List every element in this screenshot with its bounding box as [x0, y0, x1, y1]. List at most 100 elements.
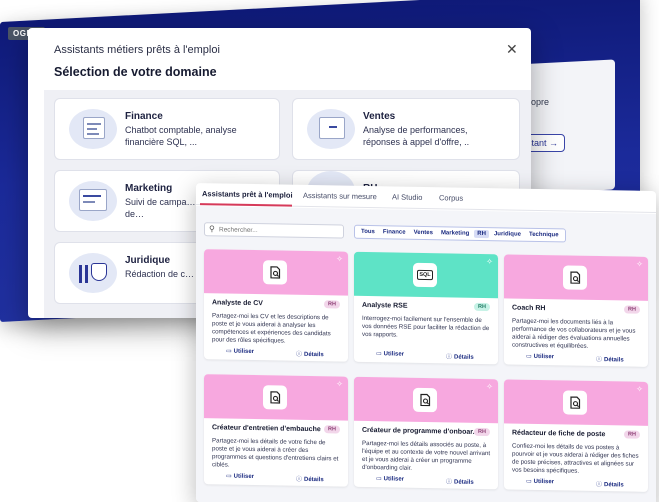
filter-juridique[interactable]: Juridique [491, 230, 524, 239]
card-description: Partagez-moi les détails de votre fiche … [212, 437, 339, 469]
modal-title: Assistants métiers prêts à l'emploi [54, 44, 220, 56]
card-banner: ✧ [354, 376, 498, 424]
use-button[interactable]: ▭ Utiliser [226, 473, 254, 480]
card-title: Créateur de programme d'onboar... [362, 426, 479, 436]
tab-ready-assistants[interactable]: Assistants prêt à l'emploi [202, 189, 293, 200]
filter-rh[interactable]: RH [474, 229, 489, 239]
doc-search-icon [263, 260, 287, 285]
info-icon: ⓘ [446, 479, 453, 486]
close-icon[interactable]: ✕ [506, 41, 518, 58]
info-icon: ⓘ [296, 476, 303, 483]
info-icon: ⓘ [596, 481, 603, 489]
category-filters: Tous Finance Ventes Marketing RH Juridiq… [354, 224, 566, 243]
card-title: Analyste RSE [362, 301, 408, 310]
details-label: Détails [304, 476, 324, 484]
assistant-card-rse-analyst[interactable]: ✧ SQL Analyste RSE RH Interrogez-moi fac… [354, 251, 498, 365]
doc-search-icon [413, 387, 437, 413]
domain-description: Chatbot comptable, analyse financière SQ… [125, 125, 237, 147]
details-button[interactable]: ⓘ Détails [446, 476, 474, 485]
details-button[interactable]: ⓘ Détails [296, 474, 324, 483]
tab-corpus[interactable]: Corpus [439, 193, 463, 202]
assistant-card-interview-creator[interactable]: ✧ Créateur d'entretien d'embauche RH Par… [204, 374, 348, 487]
card-title: Créateur d'entretien d'embauche [212, 424, 321, 434]
details-label: Détails [304, 351, 324, 359]
doc-search-icon [263, 385, 287, 410]
domain-description: Analyse de performances, réponses à appe… [363, 125, 470, 147]
tab-custom-assistants[interactable]: Assistants sur mesure [303, 191, 377, 201]
assistant-card-onboarding-creator[interactable]: ✧ Créateur de programme d'onboar... RH P… [354, 376, 498, 490]
domain-name: Marketing [125, 183, 173, 194]
category-badge: RH [624, 305, 640, 314]
chat-icon: ▭ [526, 353, 532, 360]
use-label: Utiliser [533, 478, 555, 486]
card-actions: ▭ Utiliser ⓘ Détails [204, 347, 348, 360]
marketing-illustration-icon [69, 181, 117, 221]
sales-illustration-icon [307, 109, 355, 149]
use-label: Utiliser [533, 353, 555, 361]
card-banner: ✧ SQL [354, 251, 498, 299]
category-badge: RH [474, 302, 490, 312]
sparkle-icon: ✧ [636, 384, 643, 394]
use-button[interactable]: ▭ Utiliser [526, 353, 554, 360]
search-input[interactable] [219, 224, 339, 237]
card-actions: ▭ Utiliser ⓘ Détails [354, 475, 498, 488]
domain-name: Ventes [363, 111, 396, 122]
sparkle-icon: ✧ [336, 379, 343, 389]
details-button[interactable]: ⓘ Détails [296, 349, 324, 358]
category-badge: RH [474, 427, 490, 437]
tab-ai-studio[interactable]: AI Studio [392, 192, 422, 202]
filter-tous[interactable]: Tous [358, 228, 378, 236]
doc-search-icon [563, 390, 587, 415]
card-actions: ▭ Utiliser ⓘ Détails [504, 477, 648, 490]
use-label: Utiliser [383, 476, 405, 483]
sparkle-icon: ✧ [636, 259, 643, 269]
domain-name: Juridique [125, 255, 171, 266]
assistant-card-hr-coach[interactable]: ✧ Coach RH RH Partagez-moi les documents… [504, 254, 648, 367]
use-button[interactable]: ▭ Utiliser [376, 475, 404, 482]
details-button[interactable]: ⓘ Détails [596, 479, 624, 488]
search-box: ⚲ [204, 222, 344, 239]
card-banner: ✧ [204, 374, 348, 421]
use-button[interactable]: ▭ Utiliser [376, 350, 404, 357]
chat-icon: ▭ [226, 473, 232, 480]
card-title: Analyste de CV [212, 299, 263, 308]
sparkle-icon: ✧ [336, 254, 343, 264]
card-banner: ✧ [204, 249, 348, 296]
details-label: Détails [604, 357, 624, 364]
details-button[interactable]: ⓘ Détails [446, 351, 474, 360]
category-badge: RH [324, 425, 340, 434]
assistant-card-cv-analyst[interactable]: ✧ Analyste de CV RH Partagez-moi les CV … [204, 249, 348, 362]
card-actions: ▭ Utiliser ⓘ Détails [354, 350, 498, 363]
use-button[interactable]: ▭ Utiliser [526, 478, 554, 485]
sql-icon: SQL [413, 262, 437, 288]
details-label: Détails [604, 482, 624, 489]
domain-card-ventes[interactable]: Ventes Analyse de performances, réponses… [292, 98, 520, 160]
sparkle-icon: ✧ [486, 382, 493, 392]
info-icon: ⓘ [596, 356, 603, 364]
info-icon: ⓘ [446, 354, 453, 361]
filter-marketing[interactable]: Marketing [438, 229, 472, 238]
legal-shield-icon [69, 253, 117, 293]
chat-icon: ▭ [376, 476, 382, 483]
domain-card-finance[interactable]: Finance Chatbot comptable, analyse finan… [54, 98, 280, 160]
filter-ventes[interactable]: Ventes [411, 229, 436, 237]
category-badge: RH [324, 300, 340, 309]
sparkle-icon: ✧ [486, 257, 493, 267]
modal-subtitle: Sélection de votre domaine [54, 65, 217, 79]
details-label: Détails [454, 354, 474, 361]
details-button[interactable]: ⓘ Détails [596, 354, 624, 363]
card-banner: ✧ [504, 254, 648, 301]
filter-finance[interactable]: Finance [380, 228, 409, 237]
card-title: Coach RH [512, 304, 546, 313]
chat-icon: ▭ [526, 478, 532, 485]
card-description: Confiez-moi les détails de vos postes à … [512, 442, 639, 475]
assistants-window: Assistants prêt à l'emploi Assistants su… [196, 183, 656, 502]
card-title: Rédacteur de fiche de poste [512, 429, 606, 439]
card-actions: ▭ Utiliser ⓘ Détails [504, 352, 648, 365]
assistants-content: ⚲ Tous Finance Ventes Marketing RH Jurid… [196, 206, 656, 502]
use-button[interactable]: ▭ Utiliser [226, 348, 254, 355]
domain-name: Finance [125, 111, 163, 122]
use-label: Utiliser [233, 348, 255, 356]
filter-technique[interactable]: Technique [526, 231, 562, 240]
assistant-card-job-description-writer[interactable]: ✧ Rédacteur de fiche de poste RH Confiez… [504, 379, 648, 492]
